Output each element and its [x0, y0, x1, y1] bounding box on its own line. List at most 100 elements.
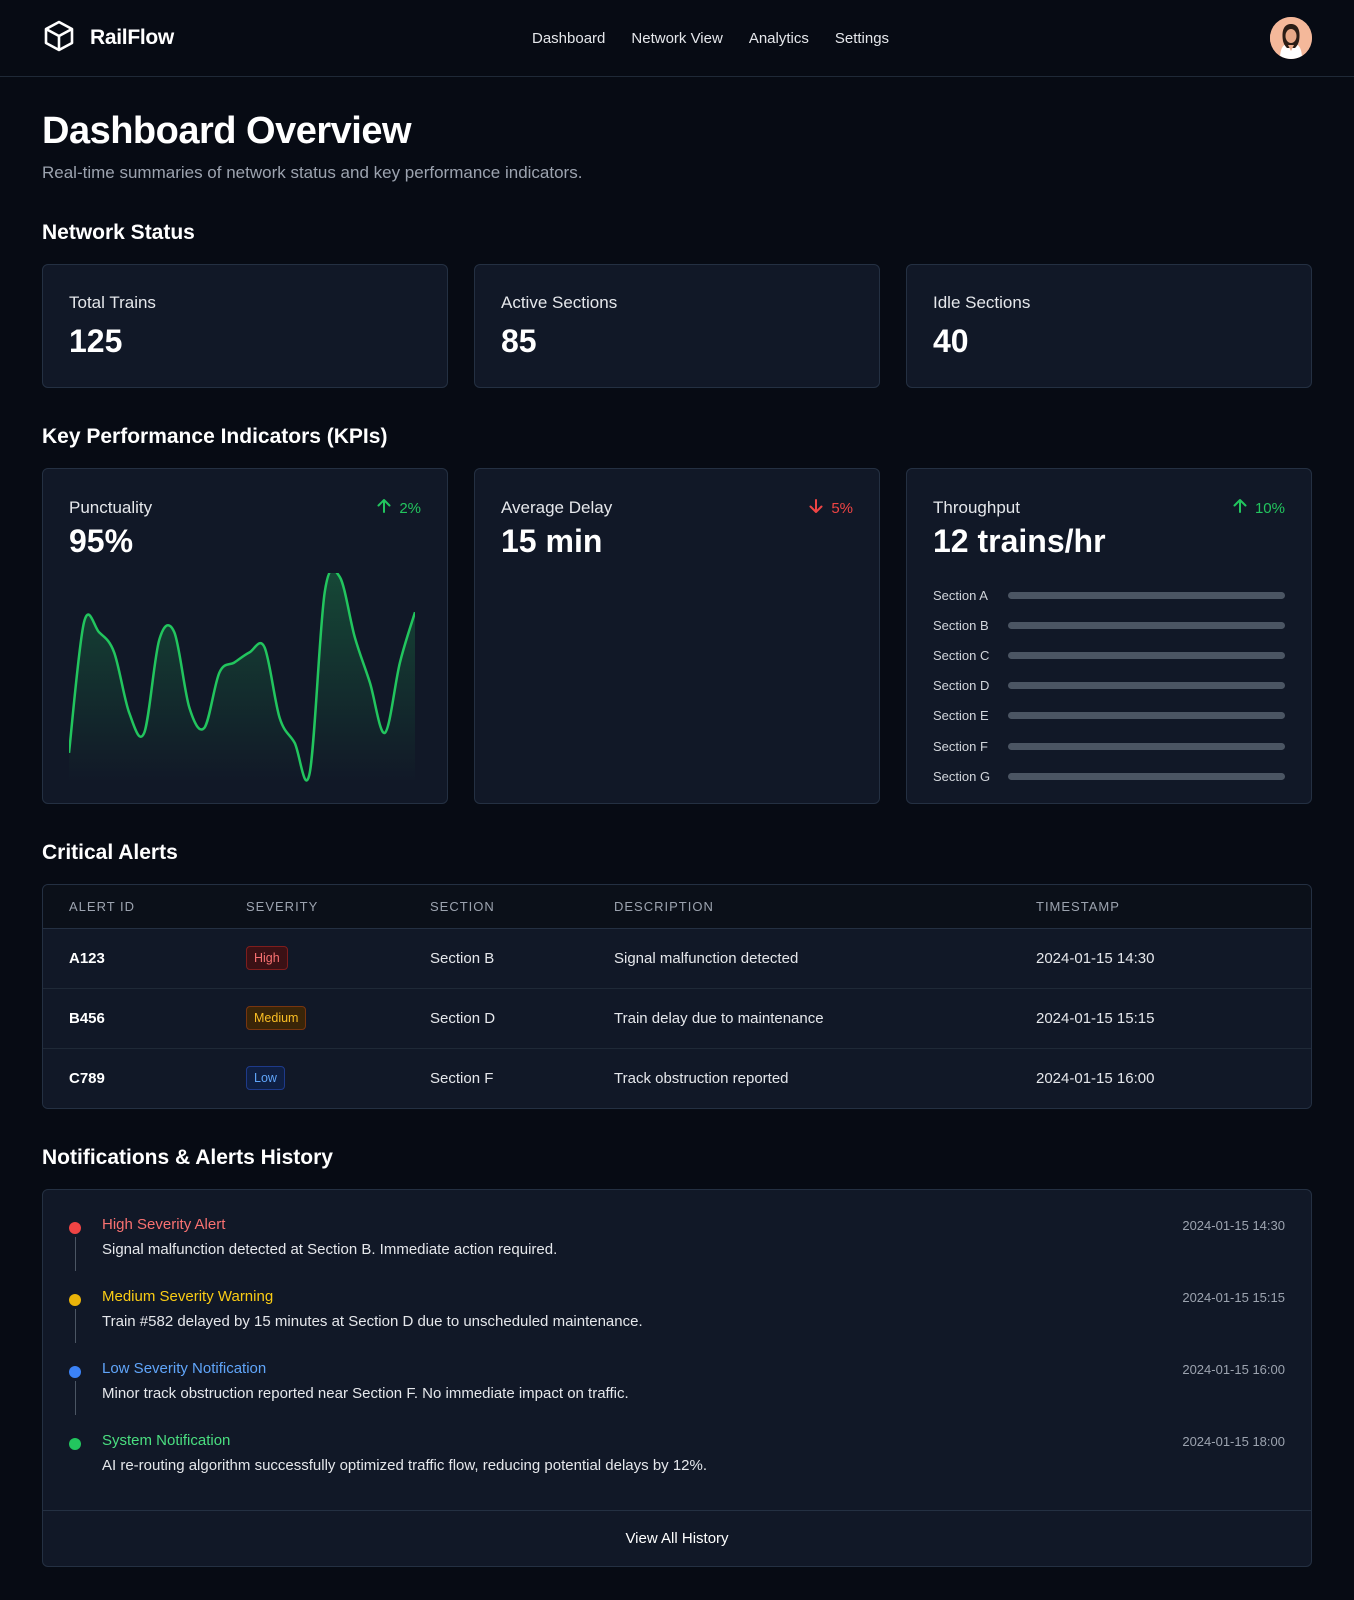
- col-timestamp: TIMESTAMP: [1010, 885, 1311, 929]
- table-row[interactable]: C789 Low Section F Track obstruction rep…: [43, 1048, 1311, 1108]
- alert-id: C789: [43, 1048, 220, 1108]
- alert-section: Section D: [404, 988, 588, 1049]
- kpi-card-throughput: Throughput 10% 12 trains/hr Section A Se…: [906, 468, 1312, 804]
- brand[interactable]: RailFlow: [42, 19, 174, 58]
- list-item[interactable]: System Notification AI re-routing algori…: [69, 1432, 1285, 1504]
- section-bar-label: Section E: [933, 708, 989, 724]
- alerts-table: ALERT ID SEVERITY SECTION DESCRIPTION TI…: [43, 885, 1311, 1108]
- top-header: RailFlow Dashboard Network View Analytic…: [0, 0, 1354, 77]
- alert-section: Section B: [404, 928, 588, 989]
- list-item[interactable]: High Severity Alert Signal malfunction d…: [69, 1216, 1285, 1288]
- table-row[interactable]: A123 High Section B Signal malfunction d…: [43, 928, 1311, 989]
- history-item-title: System Notification: [102, 1432, 231, 1449]
- section-bar: [1008, 742, 1285, 750]
- stat-card-active-sections: Active Sections 85: [474, 264, 880, 388]
- kpi-label: Punctuality: [69, 498, 153, 517]
- history-list: High Severity Alert Signal malfunction d…: [43, 1190, 1311, 1510]
- kpi-change: 2%: [375, 497, 421, 519]
- section-bar-label: Section B: [933, 617, 989, 633]
- kpi-card-punctuality: Punctuality 2% 95%: [42, 468, 448, 804]
- history-item-title: Medium Severity Warning: [102, 1288, 274, 1305]
- kpi-title: Key Performance Indicators (KPIs): [42, 425, 388, 448]
- status-dot-icon: [69, 1222, 81, 1234]
- alert-description: Train delay due to maintenance: [588, 988, 1010, 1049]
- stat-card-idle-sections: Idle Sections 40: [906, 264, 1312, 388]
- kpi-change-value: 5%: [831, 499, 853, 517]
- history-item-desc: Train #582 delayed by 15 minutes at Sect…: [102, 1313, 643, 1330]
- kpi-label: Average Delay: [501, 498, 613, 517]
- stat-value: 125: [69, 323, 123, 359]
- history-item-desc: Minor track obstruction reported near Se…: [102, 1385, 629, 1402]
- section-bar-row: Section D: [933, 671, 1285, 701]
- nav-dashboard[interactable]: Dashboard: [532, 30, 605, 47]
- kpi-label: Throughput: [933, 498, 1020, 517]
- history-item-title: High Severity Alert: [102, 1216, 226, 1233]
- timeline-line: [74, 1381, 76, 1415]
- stat-label: Active Sections: [501, 293, 618, 312]
- section-bar-row: Section F: [933, 731, 1285, 761]
- stat-card-total-trains: Total Trains 125: [42, 264, 448, 388]
- history-item-time: 2024-01-15 16:00: [1182, 1362, 1285, 1377]
- alert-timestamp: 2024-01-15 14:30: [1010, 928, 1311, 989]
- kpi-change-value: 10%: [1254, 499, 1285, 517]
- section-bars: Section A Section B Section C Section D …: [933, 580, 1285, 791]
- section-bar: [1008, 682, 1285, 690]
- status-dot-icon: [69, 1366, 81, 1378]
- alert-id: B456: [43, 988, 220, 1049]
- alert-description: Signal malfunction detected: [588, 928, 1010, 989]
- page-title: Dashboard Overview: [42, 110, 412, 152]
- kpi-card-average-delay: Average Delay 5% 15 min: [474, 468, 880, 804]
- section-bar-row: Section E: [933, 701, 1285, 731]
- alert-id: A123: [43, 928, 220, 989]
- main-nav: Dashboard Network View Analytics Setting…: [532, 0, 889, 77]
- list-item[interactable]: Medium Severity Warning Train #582 delay…: [69, 1288, 1285, 1360]
- section-bar-label: Section C: [933, 647, 990, 663]
- nav-network-view[interactable]: Network View: [631, 30, 722, 47]
- status-dot-icon: [69, 1294, 81, 1306]
- severity-badge: Medium: [246, 1006, 307, 1030]
- main-content: Dashboard Overview Real-time summaries o…: [0, 110, 1354, 1567]
- severity-badge: High: [246, 946, 288, 970]
- severity-cell: High: [220, 928, 404, 989]
- section-bar-label: Section G: [933, 768, 991, 784]
- section-bar-row: Section A: [933, 580, 1285, 610]
- severity-badge: Low: [246, 1066, 285, 1091]
- punctuality-area-chart: [69, 573, 415, 783]
- section-bar-label: Section A: [933, 587, 988, 603]
- col-alert-id: ALERT ID: [43, 885, 220, 929]
- alert-section: Section F: [404, 1048, 588, 1108]
- arrow-up-icon: [375, 497, 393, 519]
- nav-settings[interactable]: Settings: [835, 30, 889, 47]
- timeline-line: [74, 1237, 76, 1271]
- user-avatar[interactable]: [1270, 17, 1312, 59]
- alert-description: Track obstruction reported: [588, 1048, 1010, 1108]
- alerts-table-card: ALERT ID SEVERITY SECTION DESCRIPTION TI…: [42, 884, 1312, 1109]
- history-item-time: 2024-01-15 15:15: [1182, 1290, 1285, 1305]
- col-severity: SEVERITY: [220, 885, 404, 929]
- cube-logo-icon: [42, 19, 76, 58]
- section-bar: [1008, 591, 1285, 599]
- alert-timestamp: 2024-01-15 15:15: [1010, 988, 1311, 1049]
- table-header-row: ALERT ID SEVERITY SECTION DESCRIPTION TI…: [43, 885, 1311, 929]
- history-item-time: 2024-01-15 18:00: [1182, 1434, 1285, 1449]
- network-status-grid: Total Trains 125 Active Sections 85 Idle…: [42, 264, 1312, 388]
- section-bar: [1008, 772, 1285, 780]
- col-section: SECTION: [404, 885, 588, 929]
- kpi-change: 5%: [807, 497, 853, 519]
- nav-analytics[interactable]: Analytics: [749, 30, 809, 47]
- kpi-value: 15 min: [501, 523, 603, 559]
- history-item-desc: AI re-routing algorithm successfully opt…: [102, 1457, 708, 1474]
- list-item[interactable]: Low Severity Notification Minor track ob…: [69, 1360, 1285, 1432]
- history-item-title: Low Severity Notification: [102, 1360, 267, 1377]
- page-subtitle: Real-time summaries of network status an…: [42, 163, 583, 182]
- stat-label: Idle Sections: [933, 293, 1031, 312]
- status-dot-icon: [69, 1438, 81, 1450]
- arrow-up-icon: [1231, 497, 1249, 519]
- section-bar: [1008, 621, 1285, 629]
- severity-cell: Low: [220, 1048, 404, 1108]
- section-bar-row: Section B: [933, 610, 1285, 640]
- table-row[interactable]: B456 Medium Section D Train delay due to…: [43, 988, 1311, 1049]
- view-all-history-button[interactable]: View All History: [625, 1530, 728, 1547]
- history-footer: View All History: [43, 1510, 1311, 1566]
- network-status-title: Network Status: [42, 221, 195, 244]
